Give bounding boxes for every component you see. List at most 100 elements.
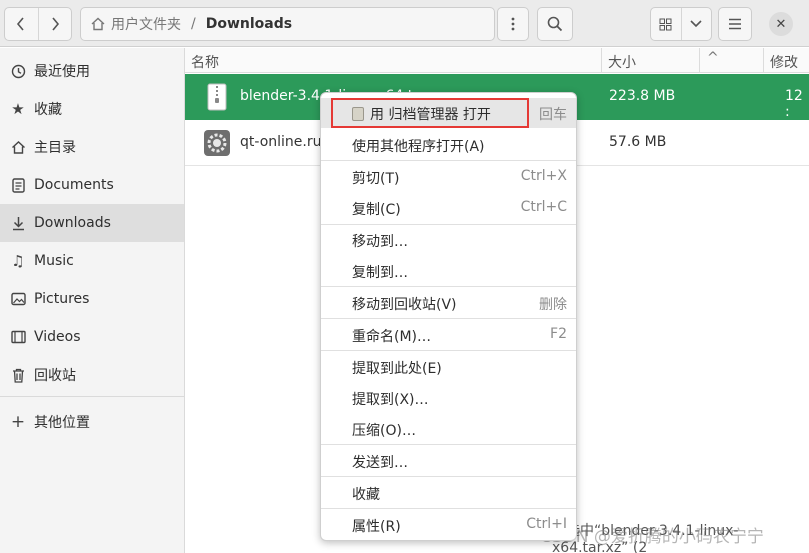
menu-item-star[interactable]: 收藏 [321, 478, 576, 508]
menu-item-send-to[interactable]: 发送到… [321, 446, 576, 476]
video-icon [10, 329, 26, 345]
menu-item-rename[interactable]: 重命名(M)… F2 [321, 320, 576, 350]
menu-item-open-with-other[interactable]: 使用其他程序打开(A) [321, 130, 576, 160]
menu-item-properties[interactable]: 属性(R) Ctrl+I [321, 510, 576, 540]
menu-item-move-to[interactable]: 移动到… [321, 225, 576, 255]
file-size: 57.6 MB [609, 134, 667, 150]
search-icon [547, 16, 563, 32]
back-button[interactable] [5, 8, 38, 40]
plus-icon: + [10, 412, 26, 432]
column-separator [601, 48, 602, 73]
file-modified: 12 : [785, 88, 803, 120]
grid-view-button[interactable] [651, 8, 681, 40]
context-menu: 用 归档管理器 打开 回车 使用其他程序打开(A) 剪切(T) Ctrl+X 复… [320, 92, 577, 541]
window-close-button[interactable]: ✕ [769, 12, 793, 36]
sidebar-item-downloads[interactable]: Downloads [0, 204, 184, 242]
close-icon: ✕ [775, 16, 787, 32]
menu-divider [321, 318, 576, 319]
path-bar[interactable]: 用户文件夹 / Downloads [80, 7, 495, 41]
sidebar-item-label: 主目录 [34, 140, 76, 156]
menu-item-accel: 删除 [539, 297, 567, 313]
menu-item-label: 属性(R) [352, 519, 401, 535]
sidebar-item-label: Pictures [34, 291, 90, 307]
file-size: 223.8 MB [609, 88, 676, 104]
chevron-down-icon [690, 20, 702, 28]
forward-button[interactable] [37, 8, 72, 40]
sidebar-item-label: Music [34, 253, 74, 269]
sidebar-item-home[interactable]: 主目录 [0, 128, 184, 166]
menu-item-cut[interactable]: 剪切(T) Ctrl+X [321, 162, 576, 192]
menu-item-label: 使用其他程序打开(A) [352, 139, 485, 155]
column-separator [763, 48, 764, 73]
menu-item-compress[interactable]: 压缩(O)… [321, 414, 576, 444]
path-menu-button[interactable] [497, 7, 529, 41]
column-separator [699, 48, 700, 73]
menu-item-accel: F2 [550, 326, 567, 342]
menu-item-label: 移动到回收站(V) [352, 297, 457, 313]
path-current-crumb[interactable]: Downloads [206, 16, 292, 32]
sidebar-item-videos[interactable]: Videos [0, 318, 184, 356]
sidebar-item-label: 回收站 [34, 368, 76, 384]
grid-icon [659, 18, 672, 30]
document-icon [10, 177, 26, 193]
menu-divider [321, 508, 576, 509]
view-toggle-group [650, 7, 712, 41]
menu-item-accel: Ctrl+C [520, 199, 567, 215]
menu-divider [321, 286, 576, 287]
view-options-button[interactable] [680, 8, 712, 40]
picture-icon [10, 291, 26, 307]
home-icon [10, 139, 26, 155]
sidebar-item-label: Documents [34, 177, 114, 193]
sidebar-item-starred[interactable]: ★ 收藏 [0, 90, 184, 128]
star-icon: ★ [11, 100, 25, 118]
clock-icon [10, 63, 26, 79]
column-header-name[interactable]: 名称 [191, 52, 219, 72]
chevron-left-icon [17, 17, 24, 31]
sidebar-item-trash[interactable]: 回收站 [0, 356, 184, 394]
main-menu-button[interactable] [718, 7, 752, 41]
file-name: qt-online.run [240, 134, 331, 150]
menu-item-label: 发送到… [352, 455, 408, 471]
vertical-dots-icon [511, 17, 515, 31]
sidebar-item-pictures[interactable]: Pictures [0, 280, 184, 318]
menu-item-label: 提取到(X)… [352, 392, 429, 408]
column-header-row: 名称 大小 ^ 修改时 [185, 48, 809, 91]
sidebar-item-recent[interactable]: 最近使用 [0, 52, 184, 90]
music-icon: ♫ [11, 252, 25, 270]
menu-item-label: 移动到… [352, 234, 408, 250]
menu-item-label: 重命名(M)… [352, 329, 432, 345]
sidebar-item-label: Downloads [34, 215, 111, 231]
sidebar-item-label: 最近使用 [34, 64, 90, 80]
menu-item-extract-here[interactable]: 提取到此处(E) [321, 352, 576, 382]
sidebar-item-music[interactable]: ♫ Music [0, 242, 184, 280]
sidebar-item-label: 其他位置 [34, 415, 90, 431]
path-home-crumb[interactable]: 用户文件夹 [111, 14, 181, 34]
menu-item-label: 复制(C) [352, 202, 401, 218]
sidebar-item-documents[interactable]: Documents [0, 166, 184, 204]
path-separator: / [191, 16, 196, 32]
menu-item-label: 剪切(T) [352, 171, 400, 187]
chevron-right-icon [52, 17, 59, 31]
search-button[interactable] [537, 7, 573, 41]
menu-item-move-to-trash[interactable]: 移动到回收站(V) 删除 [321, 288, 576, 318]
highlight-box [331, 98, 529, 128]
download-icon [10, 215, 26, 231]
trash-icon [10, 367, 26, 383]
menu-item-copy-to[interactable]: 复制到… [321, 256, 576, 286]
sidebar-item-other-locations[interactable]: + 其他位置 [0, 403, 184, 441]
executable-gear-icon [204, 130, 230, 156]
menu-item-label: 收藏 [352, 487, 380, 503]
sidebar-divider [0, 396, 184, 397]
sidebar: 最近使用 ★ 收藏 主目录 Documents Downloads ♫ Musi… [0, 48, 185, 553]
home-icon [91, 17, 105, 31]
menu-item-label: 复制到… [352, 265, 408, 281]
menu-divider [321, 350, 576, 351]
menu-item-copy[interactable]: 复制(C) Ctrl+C [321, 193, 576, 223]
sort-ascending-icon[interactable]: ^ [707, 50, 719, 66]
menu-item-extract-to[interactable]: 提取到(X)… [321, 383, 576, 413]
menu-item-label: 提取到此处(E) [352, 361, 442, 377]
menu-divider [321, 444, 576, 445]
archive-file-icon [207, 83, 227, 111]
menu-item-accel: 回车 [539, 107, 567, 123]
column-header-size[interactable]: 大小 [608, 52, 636, 72]
